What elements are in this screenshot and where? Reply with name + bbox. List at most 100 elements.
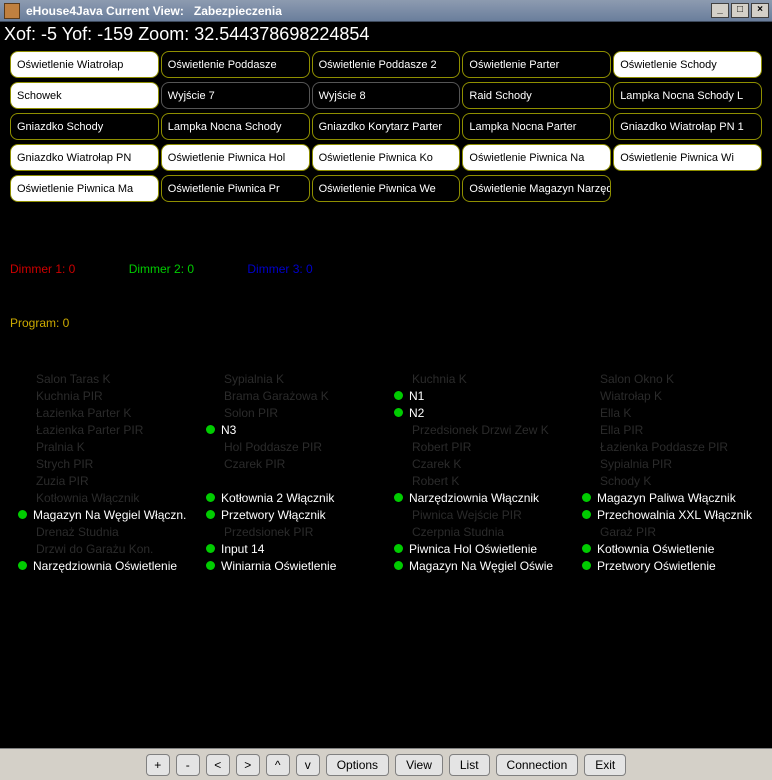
device-button[interactable]: Oświetlenie Poddasze 2	[312, 51, 461, 78]
window-close-button[interactable]: ×	[751, 3, 769, 18]
sensor-column: Salon Taras KKuchnia PIRŁazienka Parter …	[18, 370, 198, 574]
pan-left-button[interactable]: <	[206, 754, 230, 776]
sensor-label: Wiatrołap K	[600, 389, 662, 403]
window-maximize-button[interactable]: □	[731, 3, 749, 18]
device-button[interactable]: Oświetlenie Piwnica Ma	[10, 175, 159, 202]
device-button[interactable]: Oświetlenie Wiatrołap	[10, 51, 159, 78]
exit-button[interactable]: Exit	[584, 754, 626, 776]
device-button[interactable]: Lampka Nocna Parter	[462, 113, 611, 140]
device-button[interactable]: Oświetlenie Magazyn Narzędzia	[462, 175, 611, 202]
sensor-label: N3	[221, 423, 236, 437]
status-dot-icon	[18, 561, 27, 570]
sensor-item: Czerpnia Studnia	[394, 523, 574, 540]
sensor-label: Drzwi do Garażu Kon.	[36, 542, 153, 556]
java-icon	[4, 3, 20, 19]
sensor-label: Salon Okno K	[600, 372, 674, 386]
connection-button[interactable]: Connection	[496, 754, 579, 776]
sensors-grid: Salon Taras KKuchnia PIRŁazienka Parter …	[0, 330, 772, 574]
sensor-label: Czerpnia Studnia	[412, 525, 504, 539]
sensor-label: Przedsionek PIR	[224, 525, 313, 539]
device-button[interactable]: Gniazdko Wiatrołap PN 1	[613, 113, 762, 140]
device-button[interactable]: Gniazdko Korytarz Parter	[312, 113, 461, 140]
sensor-label: Schody K	[600, 474, 651, 488]
status-dot-icon	[206, 425, 215, 434]
device-button[interactable]: Oświetlenie Piwnica Pr	[161, 175, 310, 202]
device-button[interactable]: Oświetlenie Piwnica Na	[462, 144, 611, 171]
device-button[interactable]: Oświetlenie Piwnica Wi	[613, 144, 762, 171]
zoom-out-button[interactable]: -	[176, 754, 200, 776]
device-button[interactable]: Schowek	[10, 82, 159, 109]
sensor-label: Łazienka Poddasze PIR	[600, 440, 728, 454]
sensor-item: Brama Garażowa K	[206, 387, 386, 404]
device-button[interactable]: Oświetlenie Piwnica Ko	[312, 144, 461, 171]
device-button[interactable]: Oświetlenie Schody	[613, 51, 762, 78]
sensor-label: Garaż PIR	[600, 525, 656, 539]
xof-label: Xof:	[4, 24, 36, 44]
sensor-item	[206, 472, 386, 489]
sensor-item: Zuzia PIR	[18, 472, 198, 489]
bottom-toolbar: + - < > ^ v Options View List Connection…	[0, 748, 772, 780]
dimmer-1: Dimmer 1: 0	[10, 262, 75, 276]
options-button[interactable]: Options	[326, 754, 389, 776]
status-dot-icon	[206, 493, 215, 502]
pan-up-button[interactable]: ^	[266, 754, 290, 776]
pan-down-button[interactable]: v	[296, 754, 320, 776]
sensor-label: Magazyn Paliwa Włącznik	[597, 491, 736, 505]
device-button[interactable]: Oświetlenie Piwnica We	[312, 175, 461, 202]
sensor-label: N2	[409, 406, 424, 420]
status-dot-icon	[18, 510, 27, 519]
sensor-item: Łazienka Parter PIR	[18, 421, 198, 438]
sensor-item: Solon PIR	[206, 404, 386, 421]
zoom-label: Zoom:	[138, 24, 189, 44]
sensor-item: Przetwory Włącznik	[206, 506, 386, 523]
device-button[interactable]: Oświetlenie Piwnica Hol	[161, 144, 310, 171]
sensor-item: Sypialnia PIR	[582, 455, 762, 472]
sensor-item: Schody K	[582, 472, 762, 489]
device-button[interactable]: Raid Schody	[462, 82, 611, 109]
device-button[interactable]: Lampka Nocna Schody L	[613, 82, 762, 109]
sensor-item: N3	[206, 421, 386, 438]
status-dot-icon	[394, 544, 403, 553]
zoom-in-button[interactable]: +	[146, 754, 170, 776]
device-button[interactable]: Oświetlenie Poddasze	[161, 51, 310, 78]
sensor-label: Drenaż Studnia	[36, 525, 119, 539]
status-dot-icon	[394, 408, 403, 417]
status-dot-icon	[582, 493, 591, 502]
titlebar: eHouse4Java Current View: Zabezpieczenia…	[0, 0, 772, 22]
device-button[interactable]: Wyjście 7	[161, 82, 310, 109]
pan-right-button[interactable]: >	[236, 754, 260, 776]
sensor-item: Narzędziownia Włącznik	[394, 489, 574, 506]
sensor-label: Kuchnia PIR	[36, 389, 103, 403]
sensor-item: Łazienka Parter K	[18, 404, 198, 421]
xof-value: -5	[41, 24, 57, 44]
sensor-item: Ella K	[582, 404, 762, 421]
sensor-label: Winiarnia Oświetlenie	[221, 559, 336, 573]
sensor-item: Sypialnia K	[206, 370, 386, 387]
sensor-label: Przechowalnia XXL Włącznik	[597, 508, 752, 522]
device-button[interactable]: Lampka Nocna Schody	[161, 113, 310, 140]
sensor-label: Strych PIR	[36, 457, 93, 471]
device-button[interactable]: Gniazdko Wiatrołap PN	[10, 144, 159, 171]
yof-label: Yof:	[62, 24, 92, 44]
sensor-item: Kotłownia Włącznik	[18, 489, 198, 506]
window-minimize-button[interactable]: _	[711, 3, 729, 18]
list-button[interactable]: List	[449, 754, 490, 776]
sensor-item: Robert PIR	[394, 438, 574, 455]
sensor-label: Czarek K	[412, 457, 461, 471]
sensor-label: Sypialnia K	[224, 372, 284, 386]
sensor-item: Magazyn Paliwa Włącznik	[582, 489, 762, 506]
sensor-label: Ella K	[600, 406, 631, 420]
device-button[interactable]: Wyjście 8	[312, 82, 461, 109]
sensor-label: Zuzia PIR	[36, 474, 89, 488]
status-dot-icon	[394, 391, 403, 400]
sensor-label: Narzędziownia Oświetlenie	[33, 559, 177, 573]
view-button[interactable]: View	[395, 754, 443, 776]
sensor-item: Pralnia K	[18, 438, 198, 455]
device-button[interactable]: Gniazdko Schody	[10, 113, 159, 140]
sensor-label: Sypialnia PIR	[600, 457, 672, 471]
sensor-item: Hol Poddasze PIR	[206, 438, 386, 455]
sensor-label: Brama Garażowa K	[224, 389, 329, 403]
sensor-item: Drzwi do Garażu Kon.	[18, 540, 198, 557]
status-dot-icon	[582, 510, 591, 519]
device-button[interactable]: Oświetlenie Parter	[462, 51, 611, 78]
